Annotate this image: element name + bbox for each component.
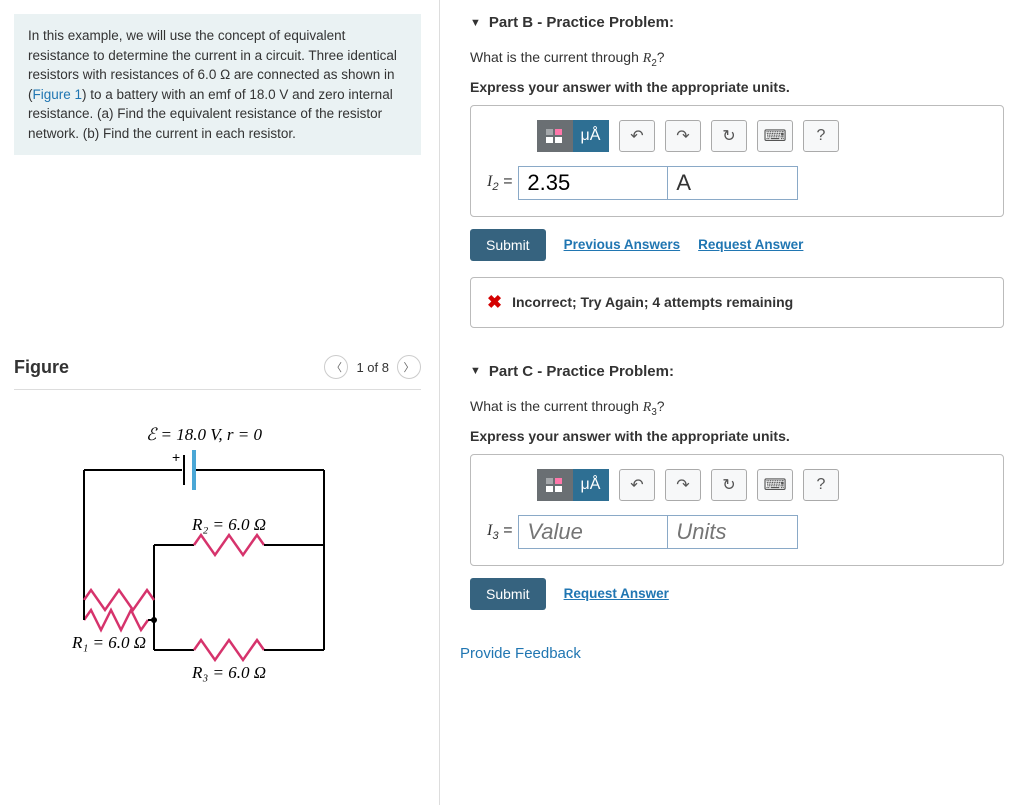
help-button[interactable]: ? bbox=[803, 469, 839, 501]
problem-description: In this example, we will use the concept… bbox=[14, 14, 421, 155]
help-button[interactable]: ? bbox=[803, 120, 839, 152]
figure-prev-button[interactable]: 〈 bbox=[324, 355, 348, 379]
undo-button[interactable]: ↶ bbox=[619, 120, 655, 152]
feedback-text: Incorrect; Try Again; 4 attempts remaini… bbox=[512, 294, 793, 310]
keyboard-button[interactable]: ⌨ bbox=[757, 120, 793, 152]
circuit-diagram: ℰ = 18.0 V, r = 0 + R₂ = 6.0 Ω bbox=[14, 420, 421, 703]
request-answer-link-c[interactable]: Request Answer bbox=[564, 586, 669, 601]
part-c-question: What is the current through R3? bbox=[470, 398, 1004, 418]
part-b-var-label: I2 = bbox=[487, 173, 512, 193]
part-c-header[interactable]: ▼ Part C - Practice Problem: bbox=[470, 363, 1004, 380]
redo-button[interactable]: ↷ bbox=[665, 469, 701, 501]
part-b: ▼ Part B - Practice Problem: What is the… bbox=[470, 14, 1004, 328]
previous-answers-link[interactable]: Previous Answers bbox=[564, 237, 681, 252]
svg-text:+: + bbox=[172, 449, 180, 465]
caret-down-icon: ▼ bbox=[470, 365, 481, 377]
part-b-question: What is the current through R2? bbox=[470, 49, 1004, 69]
keyboard-button[interactable]: ⌨ bbox=[757, 469, 793, 501]
r2-label: R₂ = 6.0 Ω bbox=[191, 515, 266, 534]
request-answer-link-b[interactable]: Request Answer bbox=[698, 237, 803, 252]
figure-counter: 1 of 8 bbox=[356, 360, 389, 375]
emf-label: ℰ = 18.0 V, r = 0 bbox=[146, 425, 263, 444]
incorrect-icon: ✖ bbox=[487, 292, 502, 313]
toolbar-c: μÅ ↶ ↷ ↻ ⌨ ? bbox=[487, 469, 987, 501]
part-c-title: Part C - Practice Problem: bbox=[489, 363, 674, 380]
part-b-header[interactable]: ▼ Part B - Practice Problem: bbox=[470, 14, 1004, 31]
figure-title: Figure bbox=[14, 357, 69, 378]
r1-label: R₁ = 6.0 Ω bbox=[71, 633, 146, 652]
part-b-submit-button[interactable]: Submit bbox=[470, 229, 546, 261]
part-b-title: Part B - Practice Problem: bbox=[489, 14, 674, 31]
problem-text-post: ) to a battery with an emf of 18.0 V and… bbox=[28, 87, 393, 141]
part-b-instruction: Express your answer with the appropriate… bbox=[470, 79, 1004, 95]
part-b-answer-box: μÅ ↶ ↷ ↻ ⌨ ? I2 = bbox=[470, 105, 1004, 217]
figure-next-button[interactable]: 〉 bbox=[397, 355, 421, 379]
part-c-var-label: I3 = bbox=[487, 522, 512, 542]
templates-button[interactable] bbox=[537, 120, 573, 152]
part-b-feedback: ✖ Incorrect; Try Again; 4 attempts remai… bbox=[470, 277, 1004, 328]
figure-nav: 〈 1 of 8 〉 bbox=[324, 355, 421, 379]
caret-down-icon: ▼ bbox=[470, 17, 481, 29]
part-c-value-input[interactable] bbox=[518, 515, 668, 549]
toolbar-b: μÅ ↶ ↷ ↻ ⌨ ? bbox=[487, 120, 987, 152]
part-c-instruction: Express your answer with the appropriate… bbox=[470, 428, 1004, 444]
undo-button[interactable]: ↶ bbox=[619, 469, 655, 501]
part-b-unit-input[interactable] bbox=[668, 166, 798, 200]
part-b-value-input[interactable] bbox=[518, 166, 668, 200]
part-c: ▼ Part C - Practice Problem: What is the… bbox=[470, 363, 1004, 610]
figure-link[interactable]: Figure 1 bbox=[33, 87, 83, 102]
templates-button[interactable] bbox=[537, 469, 573, 501]
units-button[interactable]: μÅ bbox=[573, 469, 609, 501]
provide-feedback-link[interactable]: Provide Feedback bbox=[460, 645, 1004, 662]
part-c-submit-button[interactable]: Submit bbox=[470, 578, 546, 610]
part-c-answer-box: μÅ ↶ ↷ ↻ ⌨ ? I3 = bbox=[470, 454, 1004, 566]
reset-button[interactable]: ↻ bbox=[711, 469, 747, 501]
part-c-unit-input[interactable] bbox=[668, 515, 798, 549]
r3-label: R₃ = 6.0 Ω bbox=[191, 663, 266, 682]
reset-button[interactable]: ↻ bbox=[711, 120, 747, 152]
units-button[interactable]: μÅ bbox=[573, 120, 609, 152]
redo-button[interactable]: ↷ bbox=[665, 120, 701, 152]
